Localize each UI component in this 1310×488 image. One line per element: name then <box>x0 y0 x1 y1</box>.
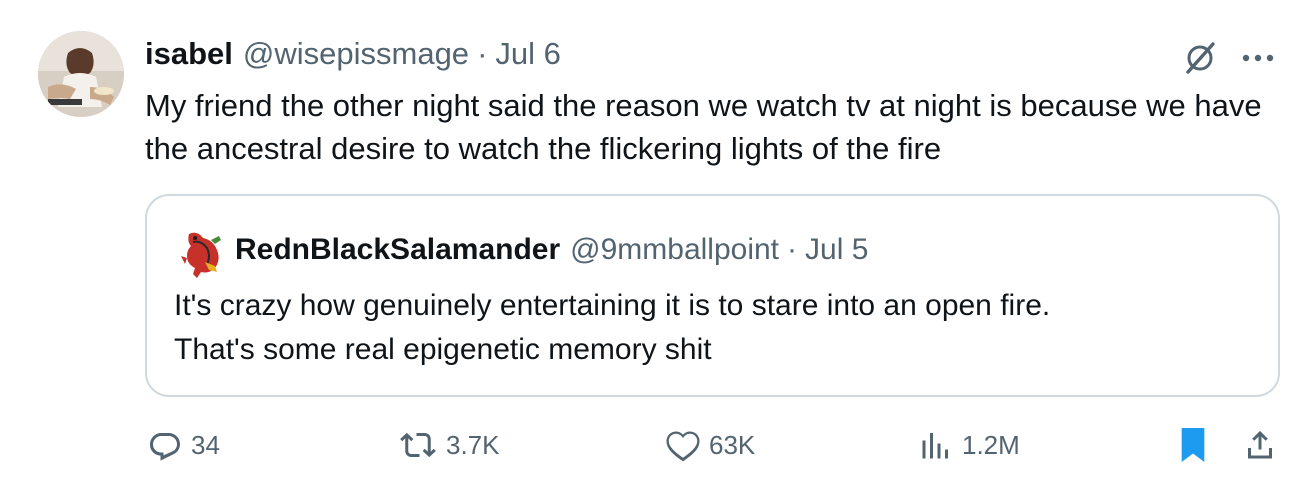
like-count: 63K <box>709 429 756 460</box>
quoted-tweet-text: It's crazy how genuinely entertaining it… <box>174 284 1254 372</box>
tweet-top-actions <box>1180 38 1278 78</box>
reply-icon <box>150 433 180 461</box>
grok-icon[interactable] <box>1180 38 1220 78</box>
tweet-card[interactable]: isabel @wisepissmage · Jul 6 My friend t… <box>0 0 1310 488</box>
quoted-author-name[interactable]: RednBlackSalamander <box>235 233 560 267</box>
quoted-author-handle[interactable]: @9mmballpoint <box>570 233 779 267</box>
quoted-author-avatar[interactable] <box>175 226 227 278</box>
reply-count: 34 <box>191 429 220 460</box>
views-count: 1.2M <box>962 429 1020 460</box>
bookmark-icon <box>1181 428 1205 462</box>
bookmark-button[interactable] <box>1176 420 1210 470</box>
quoted-tweet-date[interactable]: Jul 5 <box>805 233 868 267</box>
quoted-text-line-2: That's some real epigenetic memory shit <box>174 333 712 366</box>
tweet-action-bar: 34 3.7K 63K 1.2M <box>0 420 1310 470</box>
retweet-count: 3.7K <box>446 429 500 460</box>
more-icon[interactable] <box>1238 38 1278 78</box>
reply-button[interactable]: 34 <box>147 420 220 470</box>
tweet-date[interactable]: Jul 6 <box>495 36 560 72</box>
retweet-icon <box>400 432 436 458</box>
quoted-text-line-1: It's crazy how genuinely entertaining it… <box>174 289 1051 322</box>
tweet-text: My friend the other night said the reaso… <box>145 88 1262 166</box>
quoted-header-separator: · <box>787 233 798 266</box>
avatar-photo <box>38 31 124 117</box>
retweet-button[interactable]: 3.7K <box>398 420 500 470</box>
heart-icon <box>666 431 700 462</box>
author-name[interactable]: isabel <box>145 36 233 72</box>
like-button[interactable]: 63K <box>665 420 755 470</box>
salamander-avatar-image <box>175 226 227 278</box>
author-handle[interactable]: @wisepissmage <box>243 36 469 72</box>
quoted-tweet[interactable]: RednBlackSalamander @9mmballpoint · Jul … <box>145 194 1280 397</box>
author-avatar[interactable] <box>38 31 124 117</box>
share-button[interactable] <box>1242 420 1278 470</box>
share-icon <box>1248 430 1272 459</box>
quoted-tweet-header: RednBlackSalamander @9mmballpoint · Jul … <box>235 230 868 270</box>
header-separator: · <box>477 36 488 71</box>
tweet-header: isabel @wisepissmage · Jul 6 <box>145 34 561 74</box>
views-button[interactable]: 1.2M <box>918 420 1020 470</box>
views-icon <box>922 433 948 459</box>
